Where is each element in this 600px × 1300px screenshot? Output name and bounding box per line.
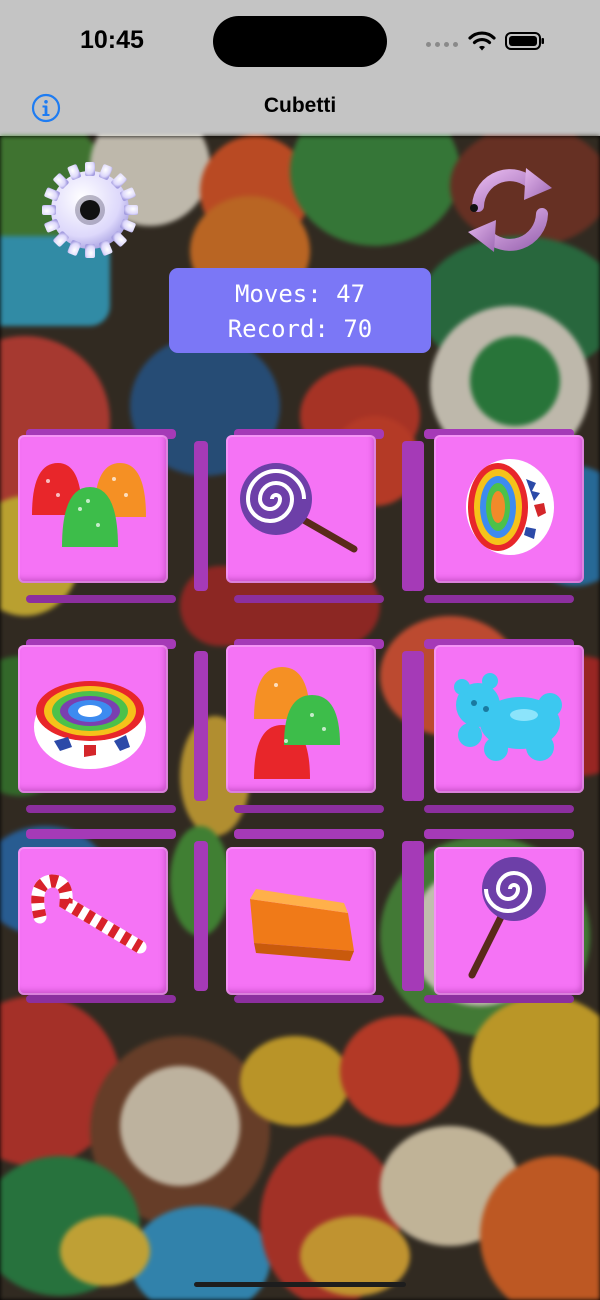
gumdrops-icon xyxy=(254,667,340,779)
moves-label: Moves: xyxy=(234,280,322,308)
lollipop-icon xyxy=(468,857,546,979)
moves-value: 47 xyxy=(336,280,366,308)
status-bar: 10:45 xyxy=(0,0,600,82)
cube-r2c3[interactable] xyxy=(410,639,600,815)
settings-gear-icon[interactable] xyxy=(38,158,142,262)
gummy-bear-icon xyxy=(454,673,562,761)
cube-r3c1[interactable] xyxy=(14,829,208,1005)
cube-face xyxy=(226,435,376,583)
cube-side xyxy=(410,651,424,801)
cube-r2c1[interactable] xyxy=(14,639,208,815)
cube-face xyxy=(434,435,584,583)
swirl-candy-slice-icon xyxy=(34,681,146,769)
cube-edge xyxy=(234,829,384,839)
cube-edge xyxy=(424,805,574,813)
navigation-bar: Cubetti xyxy=(0,82,600,136)
cube-edge xyxy=(234,995,384,1003)
dynamic-island xyxy=(213,16,387,67)
caramel-block-icon xyxy=(250,889,354,961)
score-panel: Moves: 47 Record: 70 xyxy=(169,268,431,353)
candy-cane-icon xyxy=(31,874,147,954)
swirl-candy-slice-icon xyxy=(466,459,554,555)
cube-side xyxy=(194,651,208,801)
cube-r1c2[interactable] xyxy=(222,429,416,605)
cube-face xyxy=(18,435,168,583)
cube-edge xyxy=(26,805,176,813)
cube-face xyxy=(226,645,376,793)
cube-edge xyxy=(26,829,176,839)
cube-edge xyxy=(424,595,574,603)
app-title: Cubetti xyxy=(263,94,337,117)
cube-r1c3[interactable] xyxy=(410,429,600,605)
cube-side xyxy=(194,441,208,591)
cube-face xyxy=(434,645,584,793)
cube-r3c3[interactable] xyxy=(410,829,600,1005)
home-indicator[interactable] xyxy=(194,1282,406,1287)
cube-r1c1[interactable] xyxy=(14,429,208,605)
gumdrops-icon xyxy=(32,463,146,547)
record-label: Record: xyxy=(227,315,329,343)
cube-edge xyxy=(26,995,176,1003)
cube-face xyxy=(434,847,584,995)
cube-r2c2[interactable] xyxy=(222,639,416,815)
cellular-signal-icon xyxy=(426,42,460,50)
cube-face xyxy=(226,847,376,995)
lollipop-icon xyxy=(240,463,358,553)
status-time: 10:45 xyxy=(80,26,144,54)
cube-face xyxy=(18,847,168,995)
battery-icon xyxy=(505,32,544,50)
cube-side xyxy=(410,841,424,991)
cube-edge xyxy=(26,595,176,603)
restart-arrows-icon[interactable] xyxy=(460,162,560,258)
cube-edge xyxy=(234,805,384,813)
wifi-icon xyxy=(468,31,496,51)
cube-edge xyxy=(424,995,574,1003)
cube-edge xyxy=(234,595,384,603)
cube-side xyxy=(194,841,208,991)
cube-face xyxy=(18,645,168,793)
record-value: 70 xyxy=(343,315,373,343)
cube-r3c2[interactable] xyxy=(222,829,416,1005)
cube-edge xyxy=(424,829,574,839)
moves-counter: Moves: 47 xyxy=(169,280,431,308)
cube-side xyxy=(410,441,424,591)
record-counter: Record: 70 xyxy=(169,315,431,343)
